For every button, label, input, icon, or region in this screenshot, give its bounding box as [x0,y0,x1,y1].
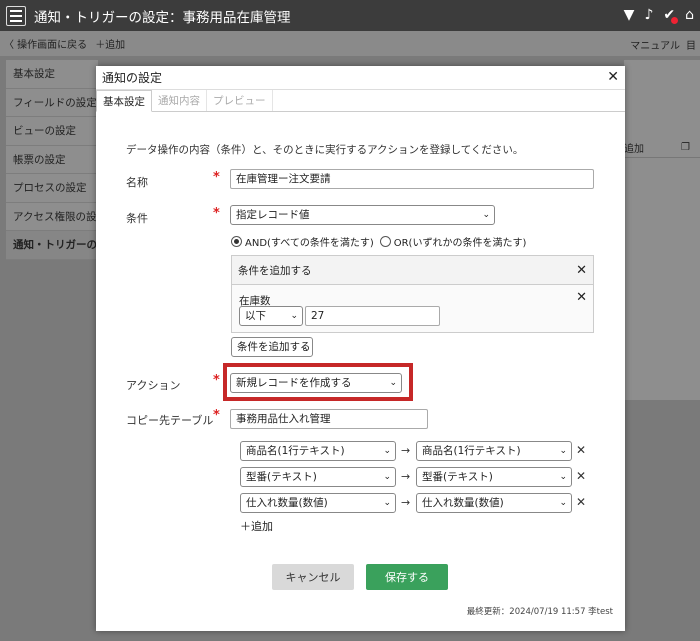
action-value: 新規レコードを作成する [236,377,352,389]
bell-icon[interactable]: ♪ [644,6,653,24]
chevron-down-icon: ⌄ [559,498,567,508]
condition-value-input[interactable]: 27 [305,306,440,326]
tab-content[interactable]: 通知内容 [152,90,207,111]
add-condition-header: 条件を追加する ✕ [232,256,593,285]
close-icon[interactable]: ✕ [607,69,619,85]
mapping-source-select[interactable]: 仕入れ数量(数値) ⌄ [240,493,396,513]
add-mapping-link[interactable]: ＋追加 [240,518,273,534]
dialog-intro: データ操作の内容（条件）と、そのときに実行するアクションを登録してください。 [126,144,524,156]
add-link[interactable]: ＋追加 [95,36,125,51]
action-select[interactable]: 新規レコードを作成する ⌄ [230,373,402,393]
shield-icon[interactable]: ▼ [624,6,635,24]
sidebar-item-basic[interactable]: 基本設定 [6,60,98,89]
background-table-header: 追加 ❐ [624,138,700,158]
sidebar-item-notifications[interactable]: 通知・トリガーの設定 [6,231,98,260]
copy-icon[interactable]: ❐ [681,142,690,153]
required-mark: * [213,408,220,423]
mapping-target-value: 商品名(1行テキスト) [422,445,521,457]
name-input[interactable]: 在庫管理ー注文要請 [230,169,594,189]
name-label: 名称 [126,176,148,189]
background-add-label: 追加 [624,144,644,155]
condition-type-select[interactable]: 指定レコード値 ⌄ [230,205,495,225]
add-condition-select[interactable]: 条件を追加する ⌄ [231,337,313,357]
tab-basic[interactable]: 基本設定 [96,90,152,112]
chevron-down-icon: ⌄ [559,446,567,456]
copy-table-label: コピー先テーブル [126,414,214,427]
mapping-source-value: 商品名(1行テキスト) [246,445,345,457]
required-mark: * [213,170,220,185]
dialog-tabs: 基本設定 通知内容 プレビュー [96,90,625,112]
save-button[interactable]: 保存する [366,564,448,590]
dialog-title: 通知の設定 [102,71,163,85]
remove-mapping-icon[interactable]: ✕ [576,469,586,483]
mapping-target-value: 型番(テキスト) [422,471,493,483]
manual-link[interactable]: マニュアル [630,37,680,52]
radio-and[interactable] [231,236,242,247]
sidebar-item-process[interactable]: プロセスの設定 [6,174,98,203]
mapping-source-value: 仕入れ数量(数値) [246,497,328,509]
mapping-source-value: 型番(テキスト) [246,471,317,483]
sidebar-item-access[interactable]: アクセス権限の設定 [6,202,98,231]
dialog-header: 通知の設定 ✕ [96,66,625,90]
check-icon[interactable]: ✔ [663,6,679,24]
chevron-down-icon: ⌄ [482,210,490,220]
required-mark: * [213,206,220,221]
mapping-target-select[interactable]: 仕入れ数量(数値) ⌄ [416,493,572,513]
sidebar-item-views[interactable]: ビューの設定 [6,117,98,146]
last-updated-text: 最終更新：2024/07/19 11:57 李test [466,607,613,617]
arrow-right-icon: → [401,444,411,457]
cancel-button[interactable]: キャンセル [272,564,354,590]
hamburger-menu-icon[interactable] [6,5,26,26]
radio-or-label: OR(いずれかの条件を満たす) [393,238,527,249]
radio-or[interactable] [379,236,391,247]
action-label: アクション [126,379,181,392]
mapping-target-value: 仕入れ数量(数値) [422,497,504,509]
mapping-source-select[interactable]: 商品名(1行テキスト) ⌄ [240,441,396,461]
chevron-down-icon: ⌄ [383,446,391,456]
mapping-target-select[interactable]: 商品名(1行テキスト) ⌄ [416,441,572,461]
page-title: 通知・トリガーの設定：事務用品在庫管理 [34,9,291,26]
sub-toolbar: 〈 操作画面に戻る ＋追加 マニュアル 目 [0,31,700,56]
notification-settings-dialog: 通知の設定 ✕ 基本設定 通知内容 プレビュー データ操作の内容（条件）と、その… [96,66,625,631]
condition-type-value: 指定レコード値 [236,209,310,221]
chevron-down-icon: ⌄ [383,472,391,482]
remove-condition-icon[interactable]: ✕ [576,290,587,305]
close-icon[interactable]: ✕ [576,263,587,278]
sidebar-item-forms[interactable]: 帳票の設定 [6,145,98,174]
remove-mapping-icon[interactable]: ✕ [576,495,586,509]
condition-box: 条件を追加する ✕ 在庫数 ✕ 以下 ⌄ 27 [231,255,594,333]
print-icon[interactable]: 目 [686,37,696,52]
tab-preview[interactable]: プレビュー [207,90,273,111]
arrow-right-icon: → [401,496,411,509]
condition-logic-radios: AND(すべての条件を満たす) OR(いずれかの条件を満たす) [231,234,526,249]
arrow-right-icon: → [401,470,411,483]
home-icon[interactable]: ⌂ [685,6,694,24]
chevron-down-icon: ⌄ [290,311,298,321]
top-icons: ▼ ♪ ✔ ⌂ [624,6,694,24]
condition-label: 条件 [126,212,148,225]
top-bar: 通知・トリガーの設定：事務用品在庫管理 ▼ ♪ ✔ ⌂ [0,0,700,31]
mapping-target-select[interactable]: 型番(テキスト) ⌄ [416,467,572,487]
add-condition-header-label: 条件を追加する [238,264,312,277]
chevron-down-icon: ⌄ [559,472,567,482]
chevron-down-icon: ⌄ [383,498,391,508]
background-panel: 追加 ❐ [624,60,700,400]
condition-operator-select[interactable]: 以下 ⌄ [239,306,303,326]
mapping-source-select[interactable]: 型番(テキスト) ⌄ [240,467,396,487]
back-to-operation-link[interactable]: 〈 操作画面に戻る [4,36,87,51]
chevron-down-icon: ⌄ [389,378,397,388]
required-mark: * [213,373,220,388]
copy-table-input[interactable]: 事務用品仕入れ管理 [230,409,428,429]
remove-mapping-icon[interactable]: ✕ [576,443,586,457]
condition-operator-value: 以下 [245,310,266,322]
radio-and-label: AND(すべての条件を満たす) [245,238,374,249]
settings-sidebar: 基本設定 フィールドの設定 ビューの設定 帳票の設定 プロセスの設定 アクセス権… [6,60,98,260]
sidebar-item-fields[interactable]: フィールドの設定 [6,88,98,117]
chevron-down-icon: ⌄ [300,342,308,352]
